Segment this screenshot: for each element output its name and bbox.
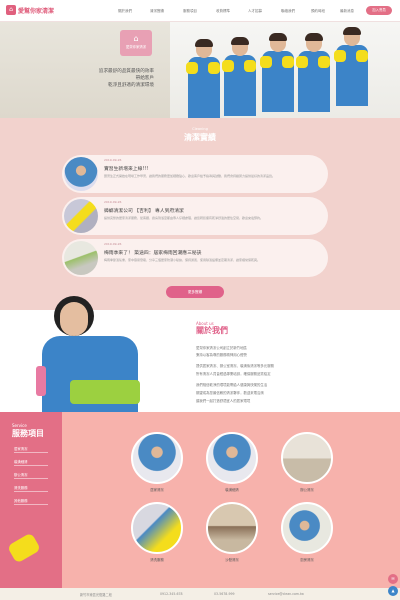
about-paragraph: 秉持以客為尊的服務精神用心經營 bbox=[196, 353, 247, 357]
about-paragraph: 愛幫你家清潔公司創立於新竹地區 bbox=[196, 346, 247, 350]
about-paragraph: 讓我們一起打造舒適宜人的居家環境 bbox=[196, 399, 251, 403]
nav-contact[interactable]: 聯絡我們 bbox=[281, 9, 295, 14]
nav-services[interactable]: 服務項目 bbox=[183, 9, 197, 14]
nav-recruit[interactable]: 人才招募 bbox=[248, 9, 262, 14]
case-thumbnail bbox=[64, 241, 98, 275]
case-card[interactable]: 2019-09-26 蟑螂清潔公司 【吉利】 專人到府清潔 提供完整的居家清潔服… bbox=[62, 197, 328, 235]
about-paragraph: 期望成為您最信賴的清潔夥伴，歡迎來電洽詢 bbox=[196, 391, 264, 395]
case-date: 2019-09-26 bbox=[104, 242, 122, 246]
nav-booking[interactable]: 預約時段 bbox=[311, 9, 325, 14]
nav-pricing[interactable]: 收費標準 bbox=[216, 9, 230, 14]
case-title: 蟑螂清潔公司 【吉利】 專人到府清潔 bbox=[104, 209, 184, 214]
staff-photo bbox=[296, 33, 330, 112]
about-paragraph: 提供居家清潔、辦公室清潔、裝潢後清潔等多元服務 bbox=[196, 364, 274, 368]
service-menu-item[interactable]: 清洗服務 bbox=[14, 485, 48, 492]
footer-address: 新竹市東區光復路二段 bbox=[80, 593, 112, 597]
service-thumbnail[interactable] bbox=[281, 432, 333, 484]
service-label[interactable]: 裝潢細清 bbox=[197, 487, 267, 492]
case-thumbnail bbox=[64, 199, 98, 233]
footer-phone[interactable]: 0912-345-678 bbox=[160, 592, 183, 596]
service-menu-item[interactable]: 辦公清潔 bbox=[14, 472, 48, 479]
case-text: 梅雨季節濕氣重，家中容易發霉，分享三個居家防潮小秘訣，保持通風、使用除濕設備並定… bbox=[104, 258, 261, 262]
case-text: 實習生正式開始在現場工作學習，讓我們的服務更加細緻貼心，歡迎客戶給予指導與鼓勵，… bbox=[104, 174, 276, 178]
nav-cases[interactable]: 清潔實績 bbox=[150, 9, 164, 14]
service-thumbnail[interactable] bbox=[131, 502, 183, 554]
case-date: 2019-09-26 bbox=[104, 158, 122, 162]
service-thumbnail[interactable] bbox=[281, 502, 333, 554]
hero-line-2: 帶給客戶 bbox=[135, 76, 154, 81]
more-cases-button[interactable]: 更多實績 bbox=[166, 286, 224, 298]
nav-about[interactable]: 關於我們 bbox=[118, 9, 132, 14]
case-title: 實習生新增來上線!!! bbox=[104, 167, 149, 172]
nav-news[interactable]: 最新消息 bbox=[340, 9, 354, 14]
service-label[interactable]: 沙發清潔 bbox=[197, 557, 267, 562]
footer bbox=[0, 588, 400, 600]
join-member-button[interactable]: 加入會員 bbox=[366, 6, 392, 15]
staff-photo bbox=[260, 33, 294, 112]
hero-logo-text: 愛幫你家清潔 bbox=[125, 45, 147, 49]
case-thumbnail bbox=[64, 157, 98, 191]
brand-name[interactable]: 愛幫你家清潔 bbox=[18, 6, 54, 15]
staff-photo bbox=[186, 39, 220, 118]
staff-photo bbox=[222, 37, 256, 116]
service-menu-item[interactable]: 其他服務 bbox=[14, 498, 48, 505]
case-text: 提供完整的居家清潔服務，從客廳、廚房到浴室都由專人仔細處理，讓您輕鬆擁有乾淨舒適… bbox=[104, 216, 264, 220]
spray-bottle bbox=[36, 366, 46, 396]
about-paragraph: 所有清潔人員皆經過專業培訓，確保服務品質穩定 bbox=[196, 372, 271, 376]
about-paragraph: 我們相信乾淨的環境能帶給人健康與快樂的生活 bbox=[196, 383, 268, 387]
home-logo-icon[interactable]: ⌂ bbox=[6, 5, 16, 15]
case-card[interactable]: 2019-09-26 梅雨季來了！ 築途四：居家梅雨回潮應三秘訣 梅雨季節濕氣重… bbox=[62, 239, 328, 277]
house-icon: ⌂ bbox=[133, 34, 139, 43]
service-menu-item[interactable]: 裝潢細清 bbox=[14, 459, 48, 466]
service-thumbnail[interactable] bbox=[206, 432, 258, 484]
case-title: 梅雨季來了！ 築途四：居家梅雨回潮應三秘訣 bbox=[104, 251, 202, 256]
staff-photo bbox=[334, 27, 368, 106]
footer-fax: 03-5678-999 bbox=[214, 592, 235, 596]
case-date: 2019-09-26 bbox=[104, 200, 122, 204]
cleaning-bucket bbox=[70, 380, 140, 404]
footer-email[interactable]: service@clean.com.tw bbox=[268, 592, 304, 596]
cleaning-title: 清潔實績 bbox=[184, 133, 216, 142]
hero-line-1: 追求最舒的品質最快的效率 bbox=[98, 69, 154, 74]
message-icon[interactable]: ✉ bbox=[388, 574, 398, 584]
service-label[interactable]: 居家清潔 bbox=[122, 487, 192, 492]
service-thumbnail[interactable] bbox=[131, 432, 183, 484]
about-title: 關於我們 bbox=[196, 326, 228, 335]
hero-line-3: 乾淨且舒適的清潔環境 bbox=[108, 83, 154, 88]
service-title: 服務項目 bbox=[12, 429, 44, 438]
top-arrow-icon[interactable]: ▲ bbox=[388, 586, 398, 596]
service-thumbnail[interactable] bbox=[206, 502, 258, 554]
service-label[interactable]: 廚房清潔 bbox=[272, 557, 342, 562]
service-label[interactable]: 辦公清潔 bbox=[272, 487, 342, 492]
case-card[interactable]: 2019-09-26 實習生新增來上線!!! 實習生正式開始在現場工作學習，讓我… bbox=[62, 155, 328, 193]
service-menu-item[interactable]: 居家清潔 bbox=[14, 446, 48, 453]
service-label[interactable]: 清洗服務 bbox=[122, 557, 192, 562]
staff-face bbox=[60, 302, 88, 336]
hero-logo: ⌂ 愛幫你家清潔 bbox=[120, 30, 152, 56]
cleaning-subtitle: Cleaning bbox=[192, 127, 208, 131]
